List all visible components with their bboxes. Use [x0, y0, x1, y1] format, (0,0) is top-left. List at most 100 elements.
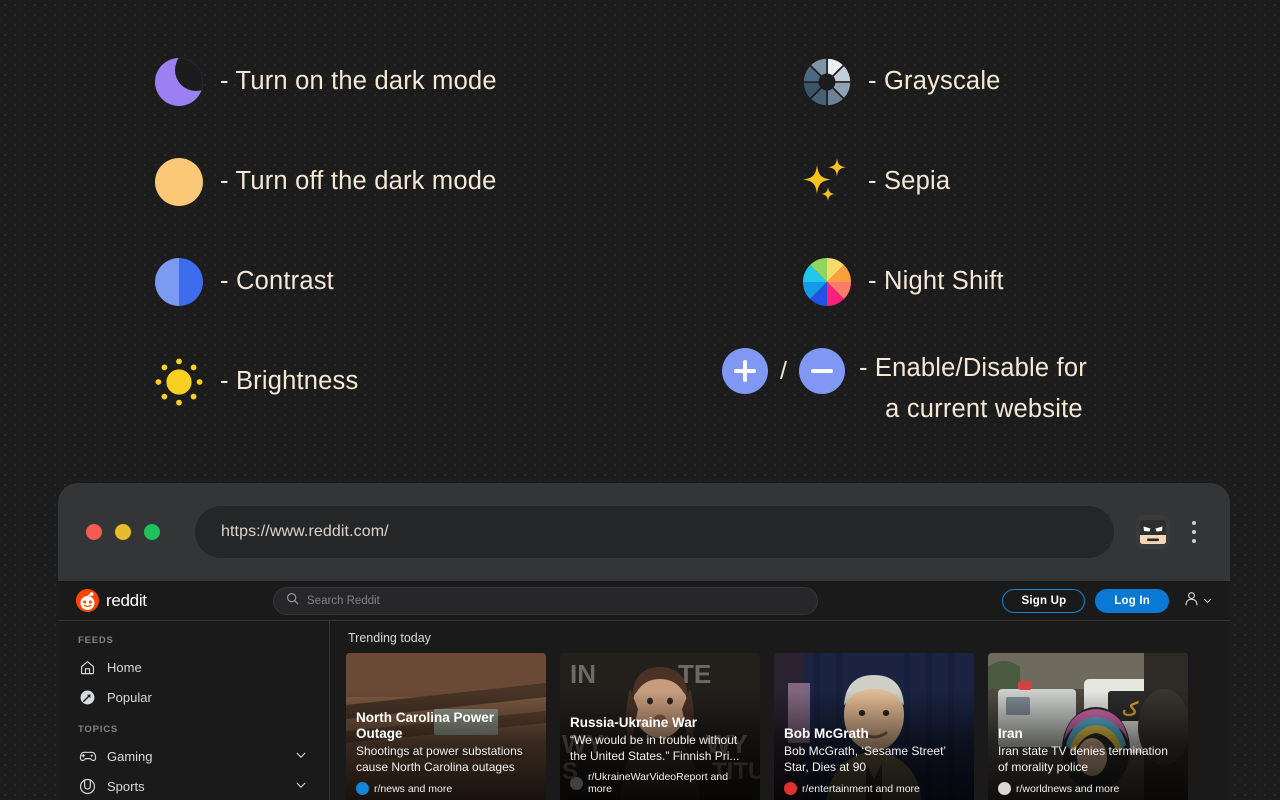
- card-description: “We would be in trouble without the Unit…: [570, 733, 740, 764]
- legend-row-dark-mode-off: - Turn off the dark mode: [152, 132, 496, 232]
- legend-label-grayscale: - Grayscale: [868, 67, 1001, 96]
- subreddit-icon: [784, 782, 797, 795]
- log-in-button[interactable]: Log In: [1095, 588, 1169, 613]
- search-input[interactable]: Search Reddit: [273, 586, 818, 615]
- minus-circle-icon: [798, 348, 845, 394]
- minimize-window-button[interactable]: [115, 524, 131, 540]
- dark-reader-mask-icon[interactable]: [1136, 515, 1170, 549]
- card-subreddit-label: r/news and more: [374, 782, 453, 795]
- card-title: Iran: [998, 725, 1023, 741]
- card-text: Bob McGrath Bob McGrath, ‘Sesame Street’…: [784, 726, 966, 795]
- close-window-button[interactable]: [86, 524, 102, 540]
- moon-icon: [152, 55, 206, 109]
- legend-row-sepia: - Sepia: [800, 132, 950, 232]
- grayscale-wheel-icon: [800, 55, 854, 109]
- sports-icon: [78, 777, 97, 796]
- card-subreddit: r/worldnews and more: [998, 782, 1180, 795]
- sidebar-item-home-label: Home: [107, 659, 142, 675]
- sidebar-section-topics-title: TOPICS: [78, 724, 118, 735]
- sidebar-section-feeds-title: FEEDS: [78, 635, 114, 646]
- popular-icon: [78, 688, 97, 707]
- sun-disc-icon: [152, 155, 206, 209]
- legend-label-dark-mode-on: - Turn on the dark mode: [220, 67, 497, 96]
- legend-label-sepia: - Sepia: [868, 167, 951, 196]
- card-text: Russia-Ukraine War “We would be in troub…: [570, 715, 752, 795]
- brightness-icon: [152, 355, 206, 409]
- subreddit-icon: [570, 776, 583, 790]
- reddit-main: Trending today North Carolina Power Outa…: [330, 621, 1230, 800]
- legend-row-brightness: - Brightness: [152, 332, 358, 432]
- sidebar-item-sports[interactable]: Sports: [72, 771, 313, 800]
- card-subreddit-label: r/worldnews and more: [1016, 782, 1120, 795]
- reddit-page: reddit Search Reddit Sign Up Log In FEED…: [58, 581, 1230, 800]
- card-description: Bob McGrath, ‘Sesame Street’ Star, Dies …: [784, 744, 946, 775]
- sidebar-item-popular[interactable]: Popular: [72, 682, 313, 712]
- chevron-down-icon[interactable]: [295, 779, 307, 794]
- user-menu-button[interactable]: [1179, 590, 1212, 612]
- sparkles-icon: [800, 155, 854, 209]
- browser-window: https://www.reddit.com/ reddit Search Re…: [58, 483, 1230, 800]
- search-icon: [286, 592, 299, 610]
- chevron-down-icon[interactable]: [295, 749, 307, 764]
- legend-row-dark-mode-on: - Turn on the dark mode: [152, 32, 497, 132]
- legend-row-grayscale: - Grayscale: [800, 32, 1001, 132]
- sidebar-item-sports-label: Sports: [107, 778, 145, 794]
- card-title: North Carolina Power Outage: [356, 709, 495, 741]
- subreddit-icon: [998, 782, 1011, 795]
- subreddit-icon: [356, 782, 369, 795]
- home-icon: [78, 658, 97, 677]
- color-wheel-icon: [800, 255, 854, 309]
- reddit-logo[interactable]: reddit: [68, 589, 273, 612]
- card-subreddit-label: r/UkraineWarVideoReport and more: [588, 771, 729, 795]
- chevron-down-icon: [1203, 592, 1212, 610]
- card-description: Iran state TV denies termination of mora…: [998, 744, 1168, 775]
- card-title: Russia-Ukraine War: [570, 714, 698, 730]
- trending-card[interactable]: North Carolina Power Outage Shootings at…: [346, 653, 546, 800]
- reddit-alien-icon: [76, 589, 99, 612]
- sidebar-item-home[interactable]: Home: [72, 652, 313, 682]
- sidebar-item-popular-label: Popular: [107, 689, 152, 705]
- search-placeholder: Search Reddit: [307, 594, 380, 607]
- address-bar-url: https://www.reddit.com/: [221, 523, 389, 540]
- card-text: Iran Iran state TV denies termination of…: [998, 726, 1180, 795]
- reddit-body: FEEDS Home Popular TOPICS Gaming Sports …: [58, 621, 1230, 800]
- address-bar[interactable]: https://www.reddit.com/: [195, 506, 1114, 558]
- reddit-header: reddit Search Reddit Sign Up Log In: [58, 581, 1230, 621]
- shortcut-legend: - Turn on the dark mode - Turn off the d…: [0, 0, 1280, 470]
- legend-label-brightness: - Brightness: [220, 367, 359, 396]
- card-subreddit: r/UkraineWarVideoReport and more: [570, 771, 752, 795]
- legend-label-enable-disable-line1: - Enable/Disable for: [858, 354, 1087, 382]
- card-subreddit-label: r/entertainment and more: [802, 782, 920, 795]
- sidebar-item-gaming-label: Gaming: [107, 748, 153, 764]
- trending-card[interactable]: ک Iran: [988, 653, 1188, 800]
- legend-row-contrast: - Contrast: [152, 232, 334, 332]
- card-text: North Carolina Power Outage Shootings at…: [356, 710, 538, 795]
- maximize-window-button[interactable]: [144, 524, 160, 540]
- reddit-wordmark: reddit: [106, 590, 147, 610]
- header-actions: Sign Up Log In: [1002, 588, 1216, 613]
- trending-card[interactable]: IN TE WY WY S TITU: [560, 653, 760, 800]
- card-subreddit: r/entertainment and more: [784, 782, 966, 795]
- window-controls: [86, 524, 160, 540]
- card-subreddit: r/news and more: [356, 782, 538, 795]
- enable-disable-icons: /: [722, 348, 845, 394]
- plus-circle-icon: [722, 348, 768, 394]
- legend-label-enable-disable-line2: a current website: [885, 395, 1083, 424]
- gamepad-icon: [78, 747, 97, 766]
- card-description: Shootings at power substations cause Nor…: [356, 744, 523, 775]
- card-title: Bob McGrath: [784, 725, 869, 741]
- legend-row-night-shift: - Night Shift: [800, 232, 1004, 332]
- trending-card[interactable]: Bob McGrath Bob McGrath, ‘Sesame Street’…: [774, 653, 974, 800]
- slash-separator: /: [780, 356, 787, 385]
- toolbar-right-actions: [1136, 515, 1204, 549]
- trending-today-label: Trending today: [348, 631, 431, 645]
- user-avatar-icon: [1183, 590, 1200, 612]
- browser-toolbar: https://www.reddit.com/: [58, 483, 1230, 581]
- legend-label-dark-mode-off: - Turn off the dark mode: [220, 167, 497, 196]
- reddit-sidebar: FEEDS Home Popular TOPICS Gaming Sports: [58, 621, 330, 800]
- contrast-icon: [152, 255, 206, 309]
- sidebar-item-gaming[interactable]: Gaming: [72, 741, 313, 771]
- kebab-menu-icon[interactable]: [1184, 515, 1204, 549]
- legend-label-night-shift: - Night Shift: [868, 267, 1004, 296]
- sign-up-button[interactable]: Sign Up: [1002, 588, 1086, 613]
